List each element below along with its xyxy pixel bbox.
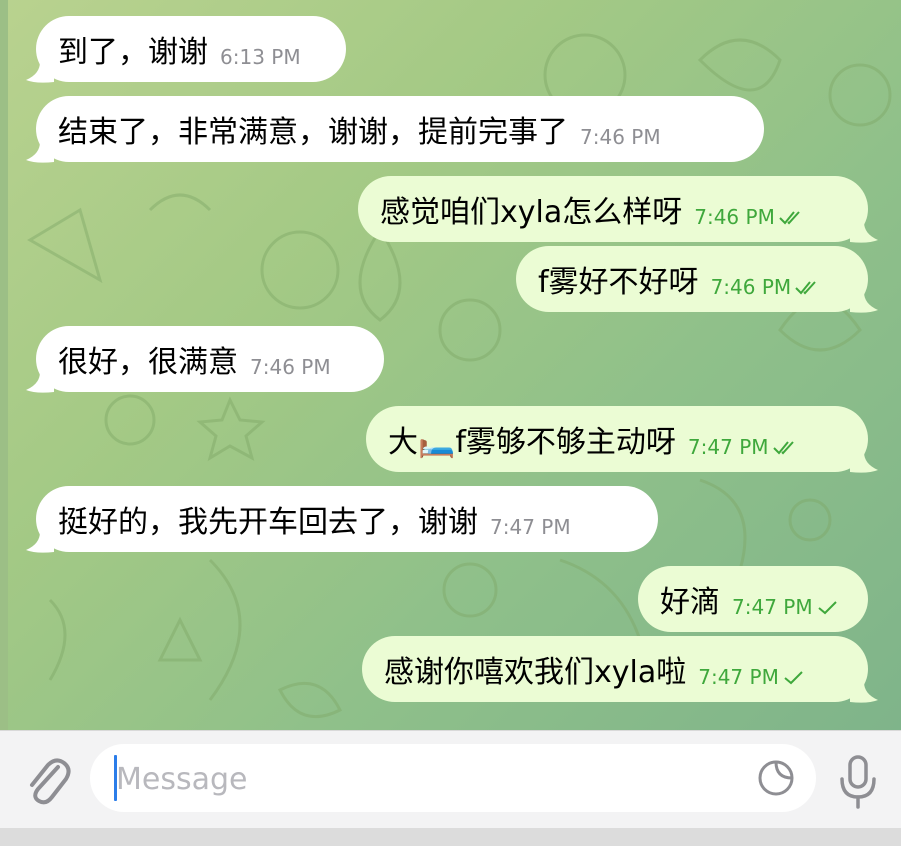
message-text: 挺好的，我先开车回去了，谢谢 [58,505,478,540]
message-text: 大🛏️f雾够不够主动呀 [388,425,676,460]
message-time: 6:13 PM [220,45,301,69]
bubble-tail [850,292,878,313]
message-composer [0,730,901,829]
message-text: 感谢你嘻欢我们xyla啦 [384,655,687,690]
message-time: 7:47 PM [732,595,813,619]
message-time: 7:46 PM [710,275,792,299]
message-time: 7:47 PM [490,515,571,539]
bubble-tail [26,372,54,393]
double-check-icon [779,211,800,225]
message-bubble-outgoing[interactable]: 大🛏️f雾够不够主动呀 7:47 PM [366,406,868,472]
double-check-icon [795,281,816,295]
message-bubble-outgoing[interactable]: 感觉咱们xyla怎么样呀 7:46 PM [358,176,868,242]
message-text: 到了，谢谢 [58,35,208,70]
message-time: 7:47 PM [687,435,769,459]
message-bubble-incoming[interactable]: 结束了，非常满意，谢谢，提前完事了 7:46 PM [36,96,764,162]
message-time: 7:46 PM [694,205,775,229]
message-text: 好滴 [660,585,720,620]
text-cursor [114,755,117,801]
message-input[interactable] [114,754,738,804]
message-time: 7:46 PM [580,125,661,149]
paperclip-icon[interactable] [22,753,72,807]
message-text: 很好，很满意 [58,345,238,380]
message-time: 7:47 PM [698,665,779,689]
message-bubble-incoming[interactable]: 到了，谢谢 6:13 PM [36,16,346,82]
bubble-tail [850,222,878,243]
check-icon [817,601,837,615]
message-time: 7:46 PM [250,355,331,379]
bubble-tail [26,532,54,553]
double-check-icon [772,441,794,455]
bottom-bar [0,828,901,846]
sticker-icon[interactable] [756,758,796,798]
check-icon [784,671,803,685]
message-text: f雾好不好呀 [538,265,699,300]
microphone-icon[interactable] [836,755,880,811]
message-text: 感觉咱们xyla怎么样呀 [380,195,683,230]
message-input-field[interactable] [90,744,816,812]
message-bubble-incoming[interactable]: 挺好的，我先开车回去了，谢谢 7:47 PM [36,486,658,552]
bubble-tail [26,62,54,83]
message-bubble-incoming[interactable]: 很好，很满意 7:46 PM [36,326,384,392]
bubble-tail [850,452,878,473]
message-bubble-outgoing[interactable]: 好滴 7:47 PM [638,566,868,632]
message-bubble-outgoing[interactable]: f雾好不好呀 7:46 PM [516,246,868,312]
message-text: 结束了，非常满意，谢谢，提前完事了 [58,115,568,150]
message-bubble-outgoing[interactable]: 感谢你嘻欢我们xyla啦 7:47 PM [362,636,868,702]
bubble-tail [26,142,54,163]
chat-area[interactable]: 到了，谢谢 6:13 PM 结束了，非常满意，谢谢，提前完事了 7:46 PM … [0,0,901,730]
bubble-tail [850,682,878,703]
